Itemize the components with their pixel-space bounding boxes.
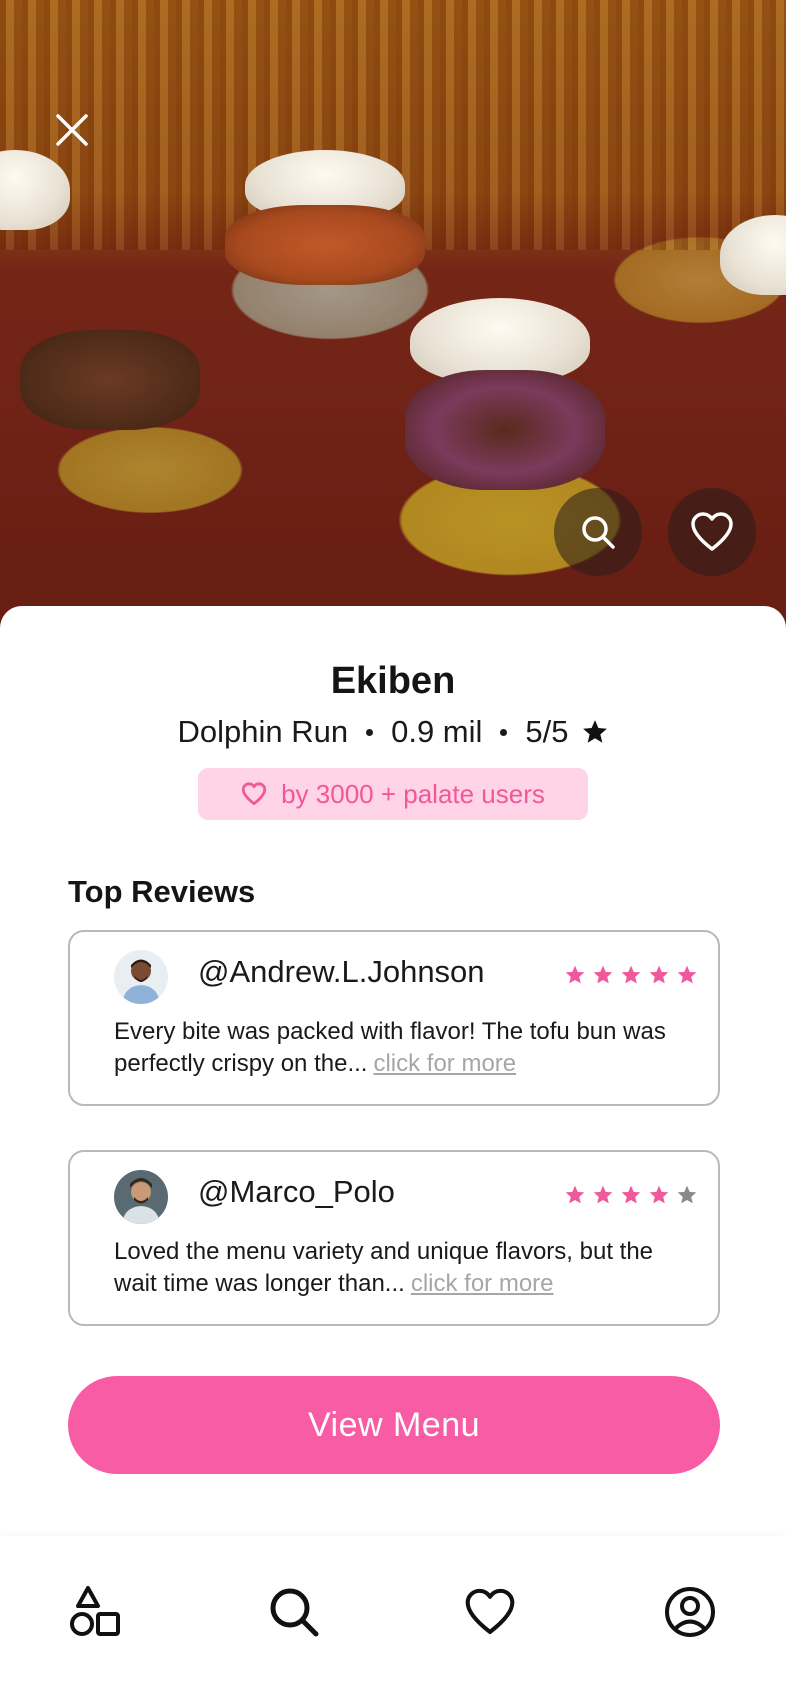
review-handle[interactable]: @Marco_Polo [198,1174,395,1210]
star-icon [621,965,641,984]
shapes-icon [70,1586,120,1636]
nav-favorites[interactable] [458,1580,522,1644]
star-icon [593,1185,613,1204]
nav-profile[interactable] [658,1580,722,1644]
neighborhood: Dolphin Run [177,714,349,749]
review-card[interactable]: @Marco_Polo Loved the menu variety and u… [68,1150,720,1326]
favorite-button[interactable] [668,488,756,576]
profile-icon [665,1587,715,1637]
star-icon [593,965,613,984]
distance: 0.9 mil [391,714,483,749]
rating-stars [564,964,698,986]
review-card[interactable]: @Andrew.L.Johnson Every bite was packed … [68,930,720,1106]
star-icon [649,1185,669,1204]
star-icon [677,965,697,984]
review-text: Every bite was packed with flavor! The t… [114,1016,684,1080]
view-menu-button[interactable]: View Menu [68,1376,720,1474]
avatar [114,950,168,1004]
separator-dot [500,728,508,736]
search-icon [582,516,615,549]
hero-image [0,0,786,640]
review-handle[interactable]: @Andrew.L.Johnson [198,954,485,990]
review-excerpt: Loved the menu variety and unique flavor… [114,1238,654,1297]
avatar [114,1170,168,1224]
reviews-heading: Top Reviews [68,874,256,909]
star-icon [565,1185,585,1204]
restaurant-name: Ekiben [330,660,456,702]
close-icon [56,114,88,146]
separator-dot [366,728,374,736]
click-for-more-link[interactable]: click for more [411,1270,554,1297]
search-image-button[interactable] [554,488,642,576]
heart-icon [241,782,267,806]
nav-search[interactable] [262,1580,326,1644]
close-button[interactable] [50,108,94,152]
bottom-nav [0,1536,786,1704]
review-text: Loved the menu variety and unique flavor… [114,1236,684,1300]
rating-stars [564,1184,698,1206]
restaurant-meta: Dolphin Run 0.9 mil 5/5 [0,714,786,750]
nav-explore[interactable] [64,1580,128,1644]
rating: 5/5 [525,714,569,749]
star-icon [649,965,669,984]
popularity-badge: by 3000 + palate users [198,768,588,820]
search-icon [270,1588,319,1637]
badge-label: by 3000 + palate users [281,778,545,809]
heart-icon [691,512,733,551]
star-icon [581,718,609,746]
click-for-more-link[interactable]: click for more [373,1050,516,1077]
star-icon [621,1185,641,1204]
star-icon [565,965,585,984]
heart-icon [465,1588,515,1635]
star-icon-empty [677,1185,697,1204]
details-sheet: Ekiben Dolphin Run 0.9 mil 5/5 by 3000 +… [0,606,786,1536]
